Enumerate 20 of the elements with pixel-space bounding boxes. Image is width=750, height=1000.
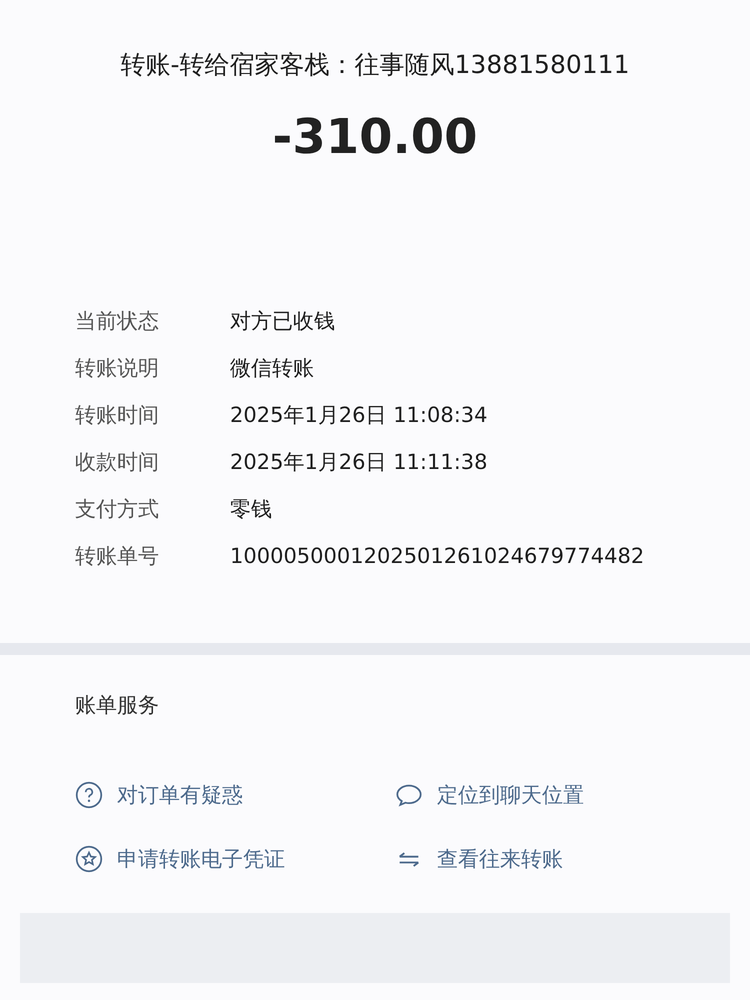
detail-value: 2025年1月26日 11:11:38 (230, 448, 488, 476)
section-title: 账单服务 (75, 692, 160, 719)
detail-label: 支付方式 (75, 496, 160, 522)
transfer-title: 转账-转给宿家客栈：往事随风13881580111 (120, 49, 630, 81)
detail-value: 对方已收钱 (230, 308, 335, 334)
detail-label: 当前状态 (75, 308, 160, 334)
service-link[interactable]: 对订单有疑惑 (75, 781, 243, 809)
service-link[interactable]: 申请转账电子凭证 (75, 845, 285, 873)
detail-label: 转账单号 (75, 542, 160, 570)
detail-value: 零钱 (230, 496, 272, 522)
detail-label: 转账时间 (75, 402, 160, 428)
detail-value: 微信转账 (230, 354, 314, 382)
amount: -310.00 (271, 109, 479, 165)
service-link[interactable]: 查看往来转账 (395, 845, 563, 873)
service-link[interactable]: 定位到聊天位置 (395, 781, 584, 809)
detail-label: 收款时间 (75, 448, 160, 476)
detail-value: 2025年1月26日 11:08:34 (230, 402, 488, 428)
detail-value: 1000050001202501261024679774482 (230, 544, 644, 568)
detail-label: 转账说明 (75, 354, 160, 382)
help-icon (75, 781, 103, 809)
